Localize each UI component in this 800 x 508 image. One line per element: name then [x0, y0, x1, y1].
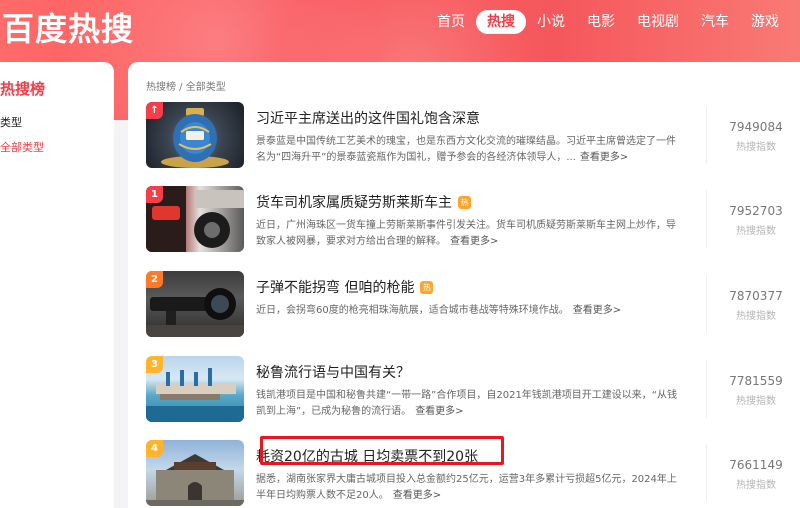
divider	[706, 190, 707, 248]
hot-index-value: 7870377	[729, 289, 783, 303]
list-item: 3 秘鲁流行语与中国有关？ 钱凯港项目是中国和秘鲁共建“一带一路”合作项目，自2…	[146, 356, 798, 422]
item-title[interactable]: 习近平主席送出的这件国礼饱含深意	[256, 108, 480, 128]
breadcrumb-board-link[interactable]: 热搜榜	[146, 82, 176, 93]
see-more-link[interactable]: 查看更多>	[573, 305, 621, 316]
sidebar-type-label: 类型	[0, 116, 22, 129]
item-title[interactable]: 子弹不能拐弯 但咱的枪能热	[256, 277, 434, 297]
divider	[706, 106, 707, 164]
nav-home[interactable]: 首页	[426, 10, 476, 34]
rank-badge: 4	[146, 440, 163, 457]
hot-index-label: 热搜指数	[736, 142, 776, 153]
list-item: 1 货车司机家属质疑劳斯莱斯车主热 近日，广州海珠区一货车撞上劳斯莱斯事件引发关…	[146, 186, 798, 252]
sidebar-item-all-types[interactable]: 全部类型	[0, 139, 44, 155]
divider	[706, 275, 707, 333]
hot-index-label: 热搜指数	[736, 480, 776, 491]
list-item: 2 子弹不能拐弯 但咱的枪能热 近日，会拐弯60度的枪亮相珠海航展，适合城市巷战…	[146, 271, 798, 337]
list-item: 4 耗资20亿的古城 日均卖票不到20张 据悉，湖南张家界大庸古城项目投入总金额…	[146, 436, 798, 506]
nav-hot-search[interactable]: 热搜	[476, 10, 526, 34]
hot-index-value: 7952703	[729, 204, 783, 218]
breadcrumb-separator: /	[176, 82, 186, 93]
hot-index-value: 7949084	[729, 120, 783, 134]
item-description: 近日，广州海珠区一货车撞上劳斯莱斯事件引发关注。货车司机质疑劳斯莱斯车主网上炒作…	[256, 218, 681, 250]
port-image[interactable]: 3	[146, 356, 244, 422]
divider	[706, 444, 707, 502]
breadcrumb: 热搜榜 / 全部类型	[146, 78, 226, 93]
hot-index-value: 7661149	[729, 458, 783, 472]
hot-index-label: 热搜指数	[736, 396, 776, 407]
item-description: 据悉，湖南张家界大庸古城项目投入总金额约25亿元，运营3年多累计亏损超5亿元，2…	[256, 472, 681, 504]
see-more-link[interactable]: 查看更多>	[415, 406, 463, 417]
top-nav: 首页 热搜 小说 电影 电视剧 汽车 游戏	[426, 10, 790, 34]
item-title[interactable]: 耗资20亿的古城 日均卖票不到20张	[256, 446, 478, 466]
breadcrumb-current: 全部类型	[185, 82, 226, 93]
divider	[706, 360, 707, 418]
sidebar-title[interactable]: 热搜榜	[0, 78, 45, 99]
rank-badge: 2	[146, 271, 163, 288]
item-desc-text: 钱凯港项目是中国和秘鲁共建“一带一路”合作项目，自2021年钱凯港项目开工建设以…	[256, 390, 677, 417]
item-title[interactable]: 秘鲁流行语与中国有关？	[256, 362, 410, 382]
nav-car[interactable]: 汽车	[690, 10, 740, 34]
vase-image[interactable]: ↑	[146, 102, 244, 168]
ancient-city-image[interactable]: 4	[146, 440, 244, 506]
site-logo[interactable]: 百度热搜	[2, 4, 134, 50]
sidebar: 热搜榜 类型 全部类型	[0, 62, 114, 508]
nav-game[interactable]: 游戏	[740, 10, 790, 34]
hot-list-panel: 热搜榜 / 全部类型 ↑ 习近平主席送出的这件国礼饱含深意 景泰蓝是中国传统工艺…	[128, 62, 800, 508]
hot-index-label: 热搜指数	[736, 226, 776, 237]
rank-badge: 3	[146, 356, 163, 373]
item-title-text[interactable]: 子弹不能拐弯 但咱的枪能	[256, 280, 414, 296]
gun-image[interactable]: 2	[146, 271, 244, 337]
hot-index-label: 热搜指数	[736, 311, 776, 322]
item-title[interactable]: 货车司机家属质疑劳斯莱斯车主热	[256, 192, 471, 212]
item-desc-text: 近日，会拐弯60度的枪亮相珠海航展，适合城市巷战等特殊环境作战。	[256, 305, 569, 316]
rank-badge: 1	[146, 186, 163, 203]
item-desc-text: 据悉，湖南张家界大庸古城项目投入总金额约25亿元，运营3年多累计亏损超5亿元，2…	[256, 474, 677, 501]
see-more-link[interactable]: 查看更多>	[580, 152, 628, 163]
hot-index-value: 7781559	[729, 374, 783, 388]
see-more-link[interactable]: 查看更多>	[393, 490, 441, 501]
nav-novel[interactable]: 小说	[526, 10, 576, 34]
nav-movie[interactable]: 电影	[576, 10, 626, 34]
see-more-link[interactable]: 查看更多>	[450, 236, 498, 247]
item-title-text[interactable]: 货车司机家属质疑劳斯莱斯车主	[256, 195, 452, 211]
list-item: ↑ 习近平主席送出的这件国礼饱含深意 景泰蓝是中国传统工艺美术的瑰宝，也是东西方…	[146, 102, 798, 168]
nav-tv[interactable]: 电视剧	[626, 10, 690, 34]
item-description: 钱凯港项目是中国和秘鲁共建“一带一路”合作项目，自2021年钱凯港项目开工建设以…	[256, 388, 681, 420]
hot-badge: 热	[458, 196, 471, 209]
hot-badge: 热	[420, 281, 434, 294]
item-description: 近日，会拐弯60度的枪亮相珠海航展，适合城市巷战等特殊环境作战。 查看更多>	[256, 303, 681, 319]
truck-image[interactable]: 1	[146, 186, 244, 252]
rank-badge: ↑	[146, 102, 163, 119]
item-description: 景泰蓝是中国传统工艺美术的瑰宝，也是东西方文化交流的璀璨结晶。习近平主席曾选定了…	[256, 134, 681, 166]
